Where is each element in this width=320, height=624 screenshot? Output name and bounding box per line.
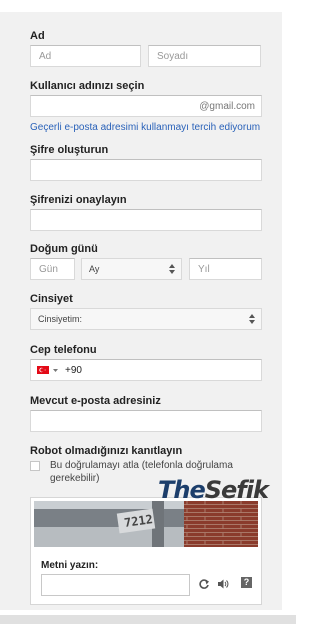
select-arrows-icon [169,264,175,274]
last-name-field[interactable]: Soyadı [148,45,261,67]
current-email-field[interactable] [30,410,262,432]
username-field[interactable]: @gmail.com [30,95,262,117]
captcha-image: 7212 [34,501,258,547]
captcha-input[interactable] [41,574,190,596]
gender-label: Cinsiyet [30,293,73,305]
select-arrows-icon [249,314,255,324]
gender-select[interactable]: Cinsiyetim: [30,308,262,330]
password-label: Şifre oluşturun [30,144,109,156]
robot-label: Robot olmadığınızı kanıtlayın [30,445,183,457]
first-name-placeholder: Ad [39,51,52,62]
skip-verification-checkbox[interactable] [30,461,40,471]
turkey-flag-icon[interactable] [37,366,49,374]
phone-label: Cep telefonu [30,344,97,356]
name-label: Ad [30,30,45,42]
birth-year-field[interactable]: Yıl [189,258,262,280]
chevron-down-icon [53,369,58,372]
birth-month-value: Ay [89,264,100,274]
password-field[interactable] [30,159,262,181]
captcha-box: 7212 Metni yazın: ? [30,497,262,605]
last-name-placeholder: Soyadı [157,51,189,62]
use-current-email-link[interactable]: Geçerli e-posta adresimi kullanmayı terc… [30,122,260,133]
username-label: Kullanıcı adınızı seçin [30,80,145,92]
birthday-label: Doğum günü [30,243,98,255]
birth-day-placeholder: Gün [39,264,58,275]
birth-month-select[interactable]: Ay [81,258,182,280]
gmail-suffix: @gmail.com [199,101,255,112]
confirm-password-field[interactable] [30,209,262,231]
gender-value: Cinsiyetim: [38,314,83,324]
phone-field[interactable]: +90 [30,359,262,381]
page-bottom-bar [0,615,296,624]
help-icon[interactable]: ? [241,577,252,588]
birth-year-placeholder: Yıl [198,264,210,275]
speaker-icon[interactable] [217,578,229,590]
thesefik-watermark: TheSefik [158,476,269,504]
current-email-label: Mevcut e-posta adresiniz [30,395,161,407]
confirm-password-label: Şifrenizi onaylayın [30,194,127,206]
birth-day-field[interactable]: Gün [30,258,75,280]
captcha-input-label: Metni yazın: [41,560,99,571]
country-code: +90 [65,365,82,376]
refresh-icon[interactable] [198,578,210,590]
first-name-field[interactable]: Ad [30,45,141,67]
